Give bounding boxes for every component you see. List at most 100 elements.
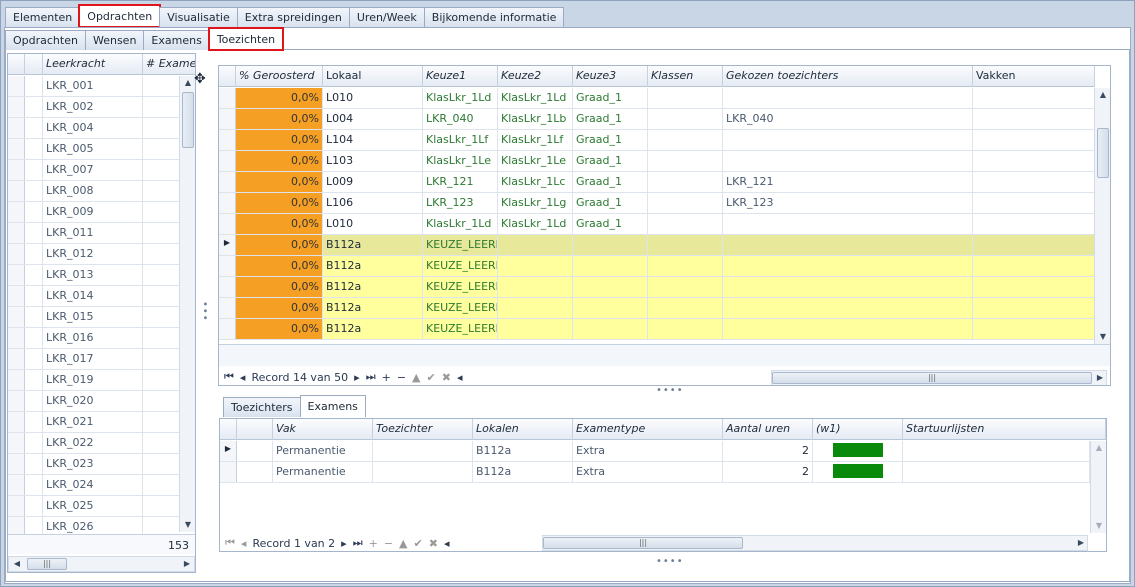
first-record-icon[interactable]: ⏮ (225, 536, 235, 550)
table-row[interactable]: Permanentie B112a Extra 2 (220, 462, 1090, 483)
vak-cell[interactable]: Permanentie (273, 462, 373, 482)
hscroll-thumb[interactable]: ||| (27, 558, 67, 570)
leerkracht-cell[interactable]: LKR_007 (43, 160, 143, 180)
examen-count-cell[interactable] (143, 307, 180, 327)
row-indicator[interactable] (8, 412, 25, 432)
keuze1-cell[interactable]: KlasLkr_1Lf (423, 130, 498, 150)
examen-count-cell[interactable] (143, 160, 180, 180)
examen-count-cell[interactable] (143, 370, 180, 390)
table-row[interactable]: 0,0% B112a KEUZE_LEERK (219, 256, 1095, 277)
row-indicator[interactable] (8, 475, 25, 495)
left-horizontal-scrollbar[interactable]: ◀ ||| ▶ (8, 556, 195, 572)
klassen-cell[interactable] (648, 172, 723, 192)
delete-record-icon[interactable]: − (384, 537, 393, 550)
edit-record-icon[interactable]: ▲ (412, 371, 420, 384)
geroosterd-cell[interactable]: 0,0% (236, 109, 323, 129)
prev-record-icon[interactable]: ◂ (240, 371, 246, 384)
geroosterd-cell[interactable]: 0,0% (236, 130, 323, 150)
gekozen-toezichters-cell[interactable] (723, 277, 973, 297)
leerkracht-cell[interactable]: LKR_001 (43, 76, 143, 96)
leerkracht-cell[interactable]: LKR_020 (43, 391, 143, 411)
vakken-cell[interactable] (973, 256, 1095, 276)
table-row[interactable]: 0,0% B112a KEUZE_LEERK (219, 277, 1095, 298)
tab-elementen[interactable]: Elementen (5, 7, 81, 27)
col-header-lokalen[interactable]: Lokalen (473, 419, 573, 440)
keuze1-cell[interactable]: KEUZE_LEERK (423, 298, 498, 318)
leerkracht-cell[interactable]: LKR_005 (43, 139, 143, 159)
leerkracht-cell[interactable]: LKR_014 (43, 286, 143, 306)
klassen-cell[interactable] (648, 319, 723, 339)
row-indicator[interactable] (8, 181, 25, 201)
examen-count-cell[interactable] (143, 139, 180, 159)
geroosterd-cell[interactable]: 0,0% (236, 277, 323, 297)
keuze1-cell[interactable]: KlasLkr_1Ld (423, 214, 498, 234)
geroosterd-cell[interactable]: 0,0% (236, 151, 323, 171)
examen-count-cell[interactable] (143, 349, 180, 369)
add-record-icon[interactable]: + (369, 537, 378, 550)
table-row[interactable]: LKR_024 (8, 475, 180, 496)
col-header-lokaal[interactable]: Lokaal (323, 66, 423, 87)
row-indicator[interactable] (8, 391, 25, 411)
subtab-wensen[interactable]: Wensen (84, 30, 145, 50)
row-indicator[interactable] (219, 109, 236, 129)
klassen-cell[interactable] (648, 235, 723, 255)
table-row[interactable]: 0,0% L010 KlasLkr_1Ld KlasLkr_1Ld Graad_1 (219, 214, 1095, 235)
table-row[interactable]: LKR_002 (8, 97, 180, 118)
tab-uren-week[interactable]: Uren/Week (348, 7, 425, 27)
keuze1-cell[interactable]: KEUZE_LEERK (423, 319, 498, 339)
geroosterd-cell[interactable]: 0,0% (236, 235, 323, 255)
row-indicator[interactable] (219, 256, 236, 276)
table-row[interactable]: LKR_008 (8, 181, 180, 202)
leerkracht-cell[interactable]: LKR_023 (43, 454, 143, 474)
klassen-cell[interactable] (648, 130, 723, 150)
klassen-cell[interactable] (648, 256, 723, 276)
examen-count-cell[interactable] (143, 244, 180, 264)
lokaal-cell[interactable]: B112a (323, 319, 423, 339)
lokaal-cell[interactable]: L009 (323, 172, 423, 192)
col-header-klassen[interactable]: Klassen (648, 66, 723, 87)
keuze3-cell[interactable] (573, 277, 648, 297)
toezichter-cell[interactable] (373, 441, 473, 461)
toezichter-cell[interactable] (373, 462, 473, 482)
row-indicator[interactable] (219, 172, 236, 192)
table-row[interactable]: 0,0% L009 LKR_121 KlasLkr_1Lc Graad_1 LKR_121 (219, 172, 1095, 193)
keuze1-cell[interactable]: KEUZE_LEERK (423, 277, 498, 297)
lokaal-cell[interactable]: L104 (323, 130, 423, 150)
leerkracht-cell[interactable]: LKR_019 (43, 370, 143, 390)
leerkracht-cell[interactable]: LKR_016 (43, 328, 143, 348)
geroosterd-cell[interactable]: 0,0% (236, 298, 323, 318)
row-indicator[interactable] (8, 223, 25, 243)
geroosterd-cell[interactable]: 0,0% (236, 88, 323, 108)
keuze1-cell[interactable]: KEUZE_LEERK (423, 256, 498, 276)
vakken-cell[interactable] (973, 193, 1095, 213)
lokaal-cell[interactable]: B112a (323, 277, 423, 297)
aantal-uren-cell[interactable]: 2 (723, 441, 813, 461)
scroll-left-icon[interactable]: ◀ (9, 557, 25, 571)
table-row[interactable]: LKR_023 (8, 454, 180, 475)
cancel-record-icon[interactable]: ✖ (442, 371, 451, 384)
examen-count-cell[interactable] (143, 118, 180, 138)
last-record-icon[interactable]: ⏭ (366, 370, 376, 384)
row-indicator[interactable] (8, 139, 25, 159)
vak-cell[interactable]: Permanentie (273, 441, 373, 461)
vakken-cell[interactable] (973, 109, 1095, 129)
tab-visualisatie[interactable]: Visualisatie (159, 7, 238, 27)
table-row[interactable]: LKR_012 (8, 244, 180, 265)
row-indicator[interactable] (219, 214, 236, 234)
klassen-cell[interactable] (648, 214, 723, 234)
examen-count-cell[interactable] (143, 391, 180, 411)
keuze3-cell[interactable]: Graad_1 (573, 214, 648, 234)
keuze2-cell[interactable]: KlasLkr_1Lf (498, 130, 573, 150)
table-row[interactable]: LKR_015 (8, 307, 180, 328)
table-row[interactable]: 0,0% L004 LKR_040 KlasLkr_1Lb Graad_1 LKR_040 (219, 109, 1095, 130)
scroll-right-icon[interactable]: ▶ (1073, 536, 1089, 550)
tab-examens[interactable]: Examens (299, 395, 366, 417)
keuze1-cell[interactable]: KlasLkr_1Ld (423, 88, 498, 108)
lokaal-cell[interactable]: L004 (323, 109, 423, 129)
hscroll-thumb[interactable]: ||| (543, 537, 743, 549)
keuze2-cell[interactable] (498, 235, 573, 255)
leerkracht-cell[interactable]: LKR_022 (43, 433, 143, 453)
row-indicator[interactable] (8, 307, 25, 327)
scroll-down-icon[interactable]: ▼ (1095, 330, 1110, 344)
lokaal-cell[interactable]: L106 (323, 193, 423, 213)
